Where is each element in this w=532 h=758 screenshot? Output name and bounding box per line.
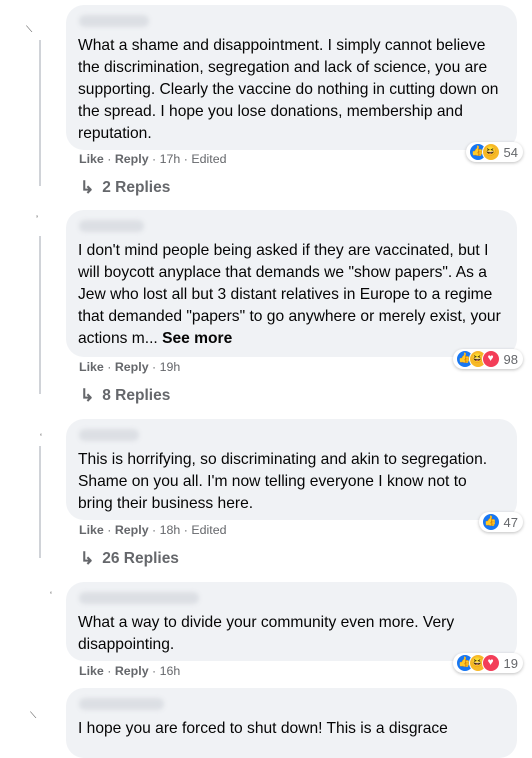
comment-text: What a shame and disappointment. I simpl… (78, 37, 499, 142)
commenter-name-redacted[interactable] (79, 220, 144, 232)
reaction-summary[interactable]: 👍 😆 ♥ 98 (452, 349, 523, 369)
reaction-count: 19 (503, 655, 518, 671)
comment-bubble: This is horrifying, so discriminating an… (66, 419, 523, 532)
thread-line (39, 236, 41, 394)
avatar[interactable]: ‘ (40, 432, 42, 442)
reply-button[interactable]: Reply (115, 664, 149, 678)
haha-reaction-icon: 😆 (481, 143, 500, 161)
avatar[interactable]: ⟍ (26, 24, 32, 35)
comment-actions: Like · Reply · 17h · Edited (79, 152, 227, 166)
like-reaction-icon: 👍 (481, 513, 500, 531)
commenter-name-redacted[interactable] (79, 698, 164, 710)
reply-arrow-icon: ↳ (80, 386, 95, 405)
avatar[interactable]: ‘ (50, 590, 52, 600)
commenter-name-redacted[interactable] (79, 592, 199, 604)
like-button[interactable]: Like (79, 152, 104, 166)
comment-bubble: I hope you are forced to shut down! This… (66, 688, 517, 758)
comment-bubble: What a way to divide your community even… (66, 582, 523, 673)
avatar[interactable]: ⟍ (30, 710, 36, 721)
see-more-link[interactable]: See more (162, 330, 232, 347)
commenter-name-redacted[interactable] (79, 429, 139, 441)
reaction-count: 54 (503, 144, 518, 160)
like-button[interactable]: Like (79, 523, 104, 537)
reaction-summary[interactable]: 👍 😆 54 (465, 142, 523, 162)
reply-button[interactable]: Reply (115, 360, 149, 374)
comment-text: This is horrifying, so discriminating an… (78, 451, 488, 512)
timestamp[interactable]: 16h (160, 664, 181, 678)
comment-bubble: What a shame and disappointment. I simpl… (66, 5, 523, 162)
comment-actions: Like · Reply · 18h · Edited (79, 523, 227, 537)
comment-text: What a way to divide your community even… (78, 614, 455, 653)
edited-label[interactable]: Edited (191, 152, 226, 166)
like-button[interactable]: Like (79, 360, 104, 374)
view-replies-button[interactable]: ↳ 2 Replies (80, 178, 170, 198)
timestamp[interactable]: 17h (160, 152, 181, 166)
reaction-count: 98 (503, 351, 518, 367)
like-button[interactable]: Like (79, 664, 104, 678)
love-reaction-icon: ♥ (481, 350, 500, 368)
comment-text: I hope you are forced to shut down! This… (78, 720, 448, 737)
reply-button[interactable]: Reply (115, 152, 149, 166)
reaction-summary[interactable]: 👍 😆 ♥ 19 (452, 653, 523, 673)
timestamp[interactable]: 19h (160, 360, 181, 374)
avatar[interactable]: ’ (36, 214, 38, 224)
comment-bubble: I don't mind people being asked if they … (66, 210, 523, 369)
comment-text: I don't mind people being asked if they … (78, 242, 501, 347)
thread-line (39, 446, 41, 558)
view-replies-button[interactable]: ↳ 8 Replies (80, 386, 170, 406)
commenter-name-redacted[interactable] (79, 15, 149, 27)
reaction-summary[interactable]: 👍 47 (478, 512, 523, 532)
love-reaction-icon: ♥ (481, 654, 500, 672)
view-replies-button[interactable]: ↳ 26 Replies (80, 549, 179, 569)
edited-label[interactable]: Edited (191, 523, 226, 537)
reaction-count: 47 (503, 514, 518, 530)
comment-actions: Like · Reply · 19h (79, 360, 181, 374)
timestamp[interactable]: 18h (160, 523, 181, 537)
reply-arrow-icon: ↳ (80, 549, 95, 568)
reply-arrow-icon: ↳ (80, 178, 95, 197)
comment-actions: Like · Reply · 16h (79, 664, 181, 678)
thread-line (39, 40, 41, 186)
reply-button[interactable]: Reply (115, 523, 149, 537)
